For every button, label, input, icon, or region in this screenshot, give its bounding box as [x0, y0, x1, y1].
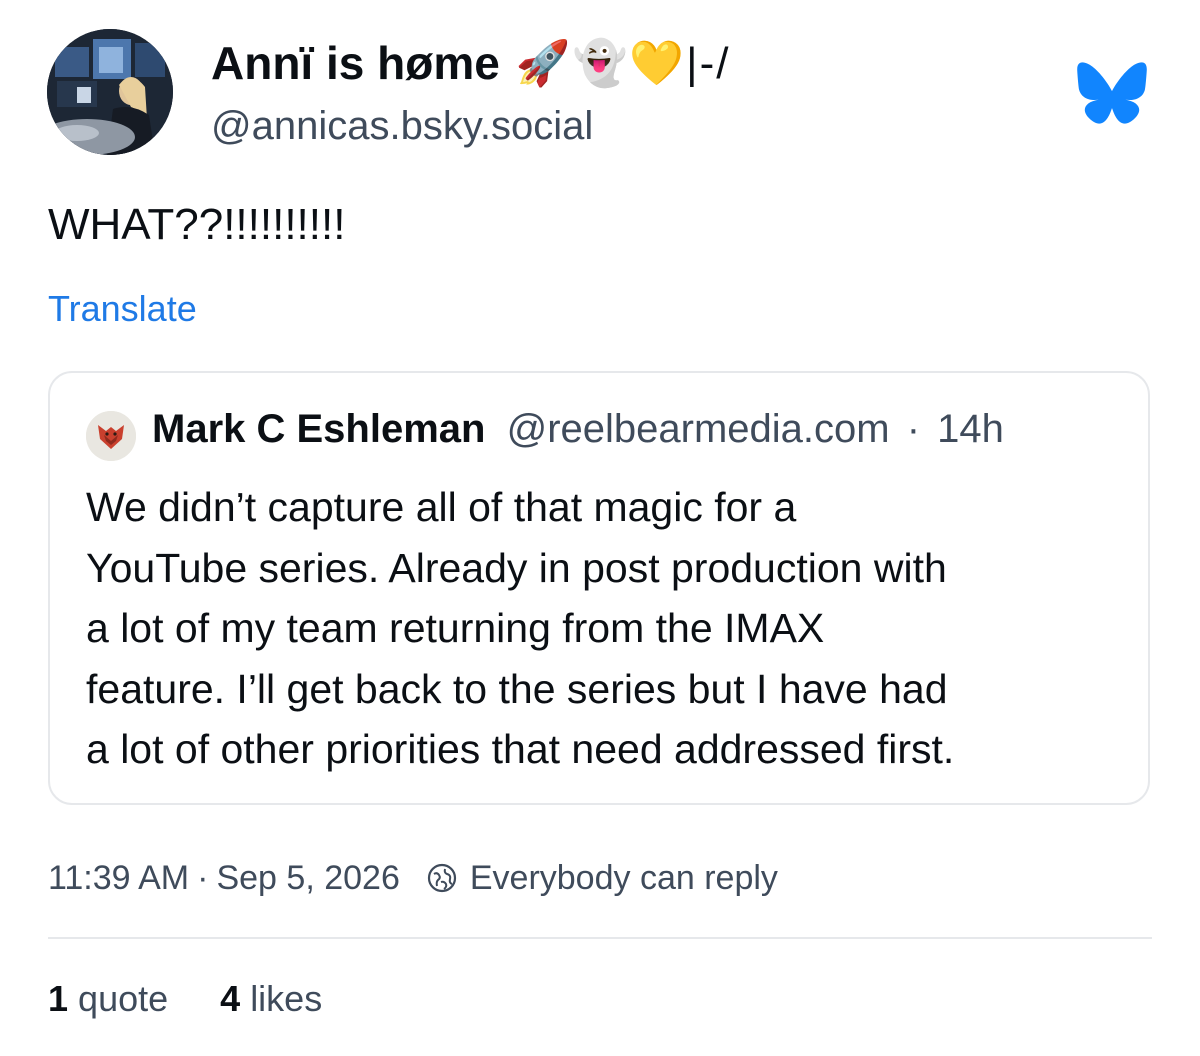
quote-text: We didn’t capture all of that magic for … [86, 477, 1126, 780]
divider [48, 937, 1152, 939]
quotes-stat[interactable]: 1 quote [48, 978, 168, 1020]
author-name-text: Annï is høme [211, 37, 500, 89]
bluesky-logo-icon [1077, 62, 1147, 124]
author-handle[interactable]: @annicas.bsky.social [211, 104, 593, 149]
post-text: WHAT??!!!!!!!!!! [48, 200, 346, 249]
quote-text-line: YouTube series. Already in post producti… [86, 544, 947, 591]
translate-link[interactable]: Translate [48, 288, 197, 330]
likes-count: 4 [220, 978, 241, 1019]
quotes-count: 1 [48, 978, 69, 1019]
author-display-name[interactable]: Annï is høme 🚀👻💛|-/ [211, 32, 730, 94]
likes-stat[interactable]: 4 likes [220, 978, 322, 1020]
post-stats: 1 quote 4 likes [48, 978, 322, 1020]
post-date: Sep 5, 2026 [216, 858, 400, 897]
quote-text-line: a lot of my team returning from the IMAX [86, 605, 825, 651]
reply-setting-label[interactable]: Everybody can reply [470, 859, 778, 898]
quote-text-line: a lot of other priorities that need addr… [86, 726, 955, 772]
quoted-post-card[interactable]: Mark C Eshleman @reelbearmedia.com · 14h… [48, 371, 1150, 805]
globe-reply-icon [427, 863, 456, 893]
post-time: 11:39 AM [48, 858, 190, 897]
likes-label: likes [250, 978, 323, 1019]
author-avatar[interactable] [47, 29, 173, 155]
quote-header: Mark C Eshleman @reelbearmedia.com · 14h [152, 407, 1004, 452]
quote-author-name[interactable]: Mark C Eshleman [152, 407, 485, 451]
quote-text-line: We didn’t capture all of that magic for … [86, 484, 797, 530]
meta-separator: · [197, 858, 209, 897]
quotes-label: quote [78, 978, 169, 1019]
quote-timestamp: 14h [937, 407, 1004, 451]
author-name-emojis: 🚀👻💛|-/ [515, 39, 731, 88]
post-meta-row: 11:39 AM · Sep 5, 2026 Everybody can rep… [48, 856, 778, 900]
quote-author-avatar[interactable] [86, 411, 136, 461]
quote-separator: · [906, 407, 921, 451]
quote-text-line: feature. I’ll get back to the series but… [86, 665, 948, 712]
quote-author-handle[interactable]: @reelbearmedia.com [507, 407, 890, 451]
